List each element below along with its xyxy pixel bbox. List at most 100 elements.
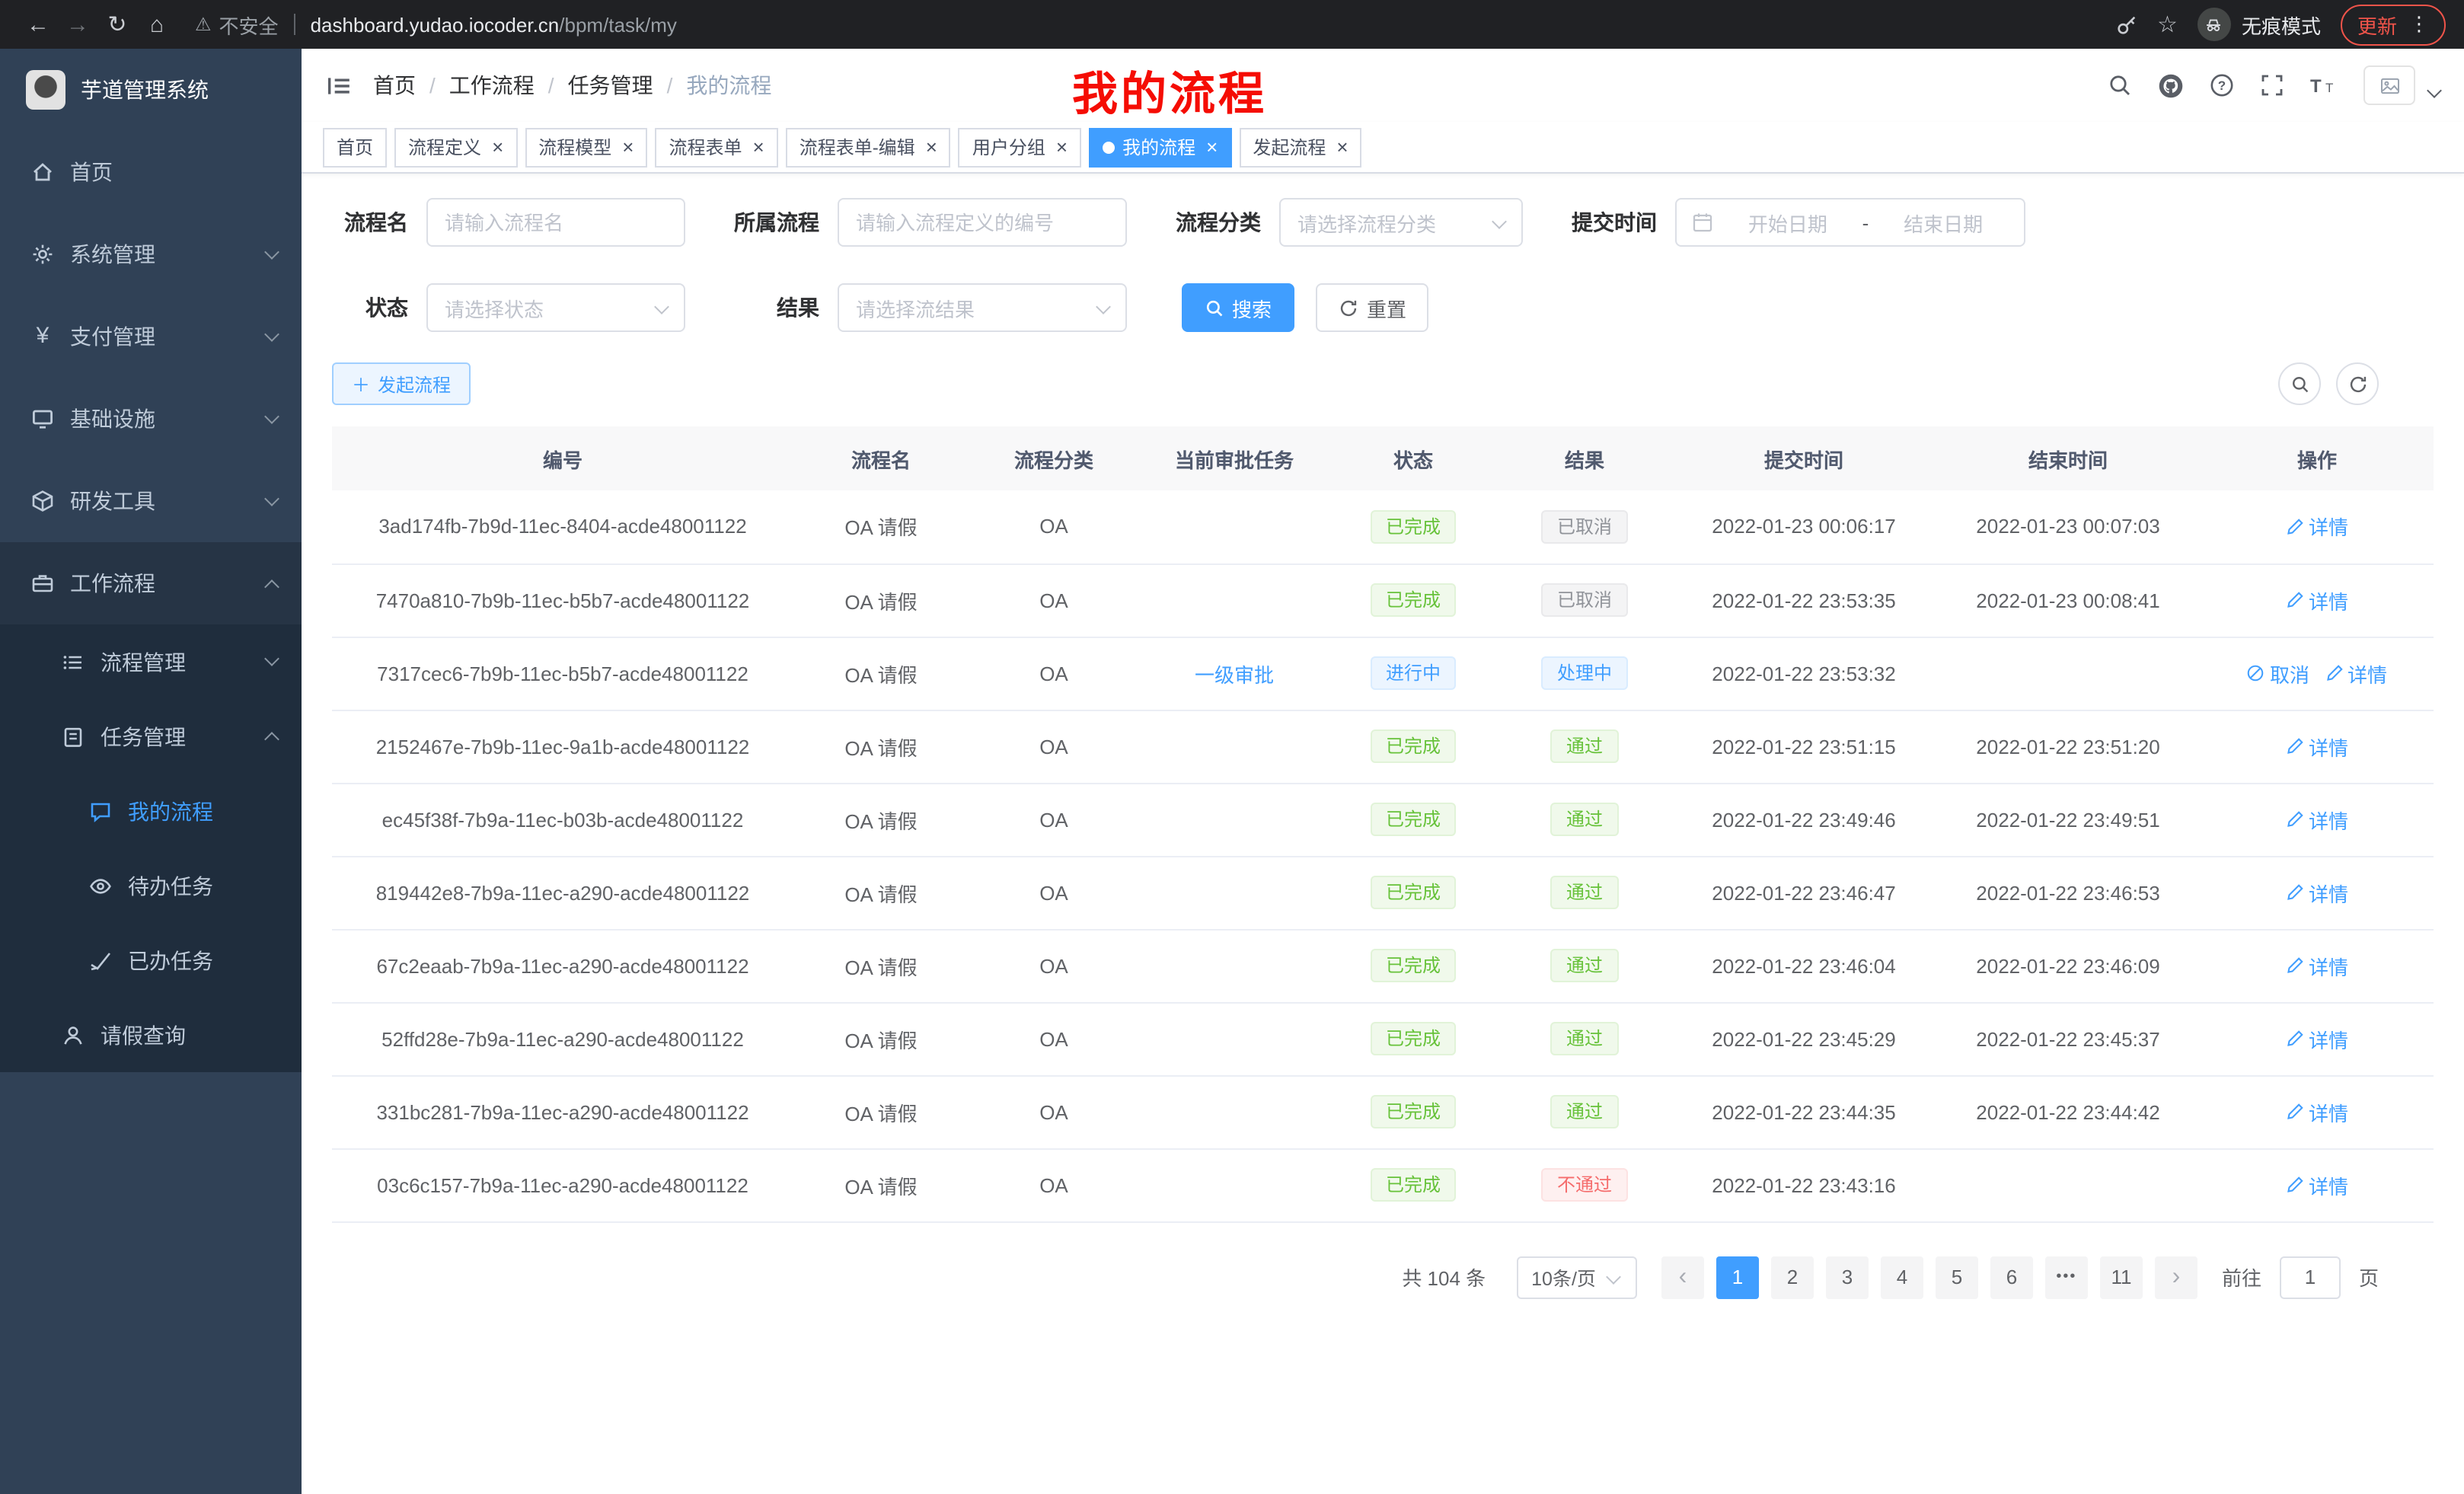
reload-icon[interactable]: ↻ — [97, 11, 137, 38]
detail-link[interactable]: 详情 — [2286, 805, 2348, 834]
back-icon[interactable]: ← — [18, 11, 58, 37]
monitor-icon — [30, 407, 55, 431]
detail-link[interactable]: 详情 — [2286, 878, 2348, 907]
user-icon — [61, 1023, 85, 1047]
help-icon[interactable]: ? — [2210, 73, 2234, 97]
reset-button[interactable]: 重置 — [1317, 283, 1429, 332]
submit-time: 2022-01-22 23:43:16 — [1712, 1173, 1895, 1196]
start-process-button[interactable]: ＋ 发起流程 — [332, 362, 471, 405]
page-button-6[interactable]: 6 — [1990, 1256, 2033, 1298]
process-name-input[interactable] — [426, 198, 685, 247]
tab-4[interactable]: 流程表单-编辑× — [786, 127, 951, 167]
page-button-3[interactable]: 3 — [1826, 1256, 1869, 1298]
page-button-2[interactable]: 2 — [1771, 1256, 1814, 1298]
tab-close-icon[interactable]: × — [926, 137, 937, 157]
sidebar-item-task-management[interactable]: 任务管理 — [0, 699, 302, 774]
status-badge: 已完成 — [1371, 729, 1456, 763]
cancel-link[interactable]: 取消 — [2247, 659, 2309, 688]
search-button-label: 搜索 — [1232, 293, 1272, 322]
logo[interactable]: 芋道管理系统 — [0, 49, 302, 131]
sidebar-item-leave-query[interactable]: 请假查询 — [0, 998, 302, 1072]
page-size-select[interactable]: 10条/页 — [1516, 1256, 1637, 1298]
breadcrumb-home[interactable]: 首页 — [373, 70, 416, 101]
avatar[interactable] — [2363, 65, 2415, 105]
tab-0[interactable]: 首页 — [323, 127, 387, 167]
page-button-11[interactable]: 11 — [2100, 1256, 2143, 1298]
detail-link[interactable]: 详情 — [2286, 1024, 2348, 1053]
tab-close-icon[interactable]: × — [1206, 137, 1218, 157]
parent-process-input[interactable] — [838, 198, 1127, 247]
tab-close-icon[interactable]: × — [622, 137, 634, 157]
tab-close-icon[interactable]: × — [1056, 137, 1068, 157]
page-button-1[interactable]: 1 — [1716, 1256, 1759, 1298]
github-icon[interactable] — [2158, 72, 2184, 98]
tab-close-icon[interactable]: × — [492, 137, 503, 157]
sidebar-item-done-tasks[interactable]: 已办任务 — [0, 923, 302, 998]
key-icon[interactable] — [2115, 13, 2137, 36]
tab-2[interactable]: 流程模型× — [525, 127, 647, 167]
refresh-button[interactable] — [2336, 362, 2379, 405]
tab-1[interactable]: 流程定义× — [394, 127, 517, 167]
process-name: OA 请假 — [844, 736, 917, 759]
current-task[interactable]: 一级审批 — [1195, 663, 1274, 686]
status-placeholder: 请选择状态 — [445, 293, 544, 322]
category-select[interactable]: 请选择流程分类 — [1279, 198, 1523, 247]
filter-submit-time: 提交时间 开始日期 - 结束日期 — [1556, 198, 2025, 247]
prev-page-button[interactable]: ‹ — [1661, 1256, 1704, 1298]
sidebar-item-system[interactable]: 系统管理 — [0, 213, 302, 295]
submit-time-range-picker[interactable]: 开始日期 - 结束日期 — [1675, 198, 2025, 247]
breadcrumb-workflow[interactable]: 工作流程 — [449, 70, 535, 101]
refresh-icon — [2348, 374, 2367, 394]
calendar-icon — [1692, 212, 1713, 233]
sidebar-item-todo-tasks[interactable]: 待办任务 — [0, 848, 302, 923]
chevron-down-icon — [1492, 214, 1507, 229]
forward-icon[interactable]: → — [58, 11, 97, 37]
page-ellipsis[interactable]: ••• — [2045, 1256, 2088, 1298]
status-badge: 已完成 — [1371, 803, 1456, 836]
sidebar-item-payment[interactable]: ¥ 支付管理 — [0, 295, 302, 378]
detail-link[interactable]: 详情 — [2286, 732, 2348, 761]
detail-link[interactable]: 详情 — [2286, 1097, 2348, 1126]
address-bar[interactable]: ⚠ 不安全 dashboard.yudao.iocoder.cn/bpm/tas… — [195, 10, 2115, 39]
end-time: 2022-01-22 23:44:42 — [1976, 1100, 2159, 1123]
hamburger-icon[interactable] — [326, 72, 352, 98]
update-button[interactable]: 更新 ⋮ — [2341, 4, 2446, 45]
detail-link[interactable]: 详情 — [2286, 1170, 2348, 1199]
search-button[interactable]: 搜索 — [1182, 283, 1294, 332]
filter-category: 流程分类 请选择流程分类 — [1160, 198, 1523, 247]
chrome-home-icon[interactable]: ⌂ — [137, 11, 177, 37]
chevron-down-icon — [264, 490, 279, 506]
bookmark-star-icon[interactable]: ☆ — [2157, 11, 2178, 38]
header-search-icon[interactable] — [2108, 73, 2132, 97]
tab-7[interactable]: 发起流程× — [1239, 127, 1361, 167]
status-select[interactable]: 请选择状态 — [426, 283, 685, 332]
tab-close-icon[interactable]: × — [1336, 137, 1348, 157]
sidebar-item-workflow[interactable]: 工作流程 — [0, 542, 302, 624]
tab-3[interactable]: 流程表单× — [655, 127, 777, 167]
result-select[interactable]: 请选择流结果 — [838, 283, 1127, 332]
sidebar-item-devtools[interactable]: 研发工具 — [0, 460, 302, 542]
tab-close-icon[interactable]: × — [753, 137, 764, 157]
detail-link[interactable]: 详情 — [2286, 586, 2348, 615]
detail-link[interactable]: 详情 — [2286, 512, 2348, 541]
status-label: 状态 — [332, 292, 426, 323]
tab-6[interactable]: 我的流程× — [1089, 127, 1231, 167]
font-size-icon[interactable]: TT — [2310, 73, 2338, 97]
toggle-search-button[interactable] — [2278, 362, 2321, 405]
tab-5[interactable]: 用户分组× — [959, 127, 1081, 167]
detail-link[interactable]: 详情 — [2286, 951, 2348, 980]
sidebar-item-my-process[interactable]: 我的流程 — [0, 774, 302, 848]
avatar-caret-icon[interactable] — [2427, 82, 2442, 97]
page-button-4[interactable]: 4 — [1881, 1256, 1923, 1298]
address-divider — [294, 14, 295, 35]
breadcrumb-task-management[interactable]: 任务管理 — [568, 70, 653, 101]
goto-page-input[interactable] — [2280, 1256, 2341, 1298]
sidebar-item-home[interactable]: 首页 — [0, 131, 302, 213]
next-page-button[interactable]: › — [2155, 1256, 2197, 1298]
fullscreen-icon[interactable] — [2260, 73, 2284, 97]
sidebar-item-infrastructure[interactable]: 基础设施 — [0, 378, 302, 460]
detail-link[interactable]: 详情 — [2325, 659, 2387, 688]
page-button-5[interactable]: 5 — [1936, 1256, 1978, 1298]
kebab-menu-icon[interactable]: ⋮ — [2409, 12, 2429, 37]
sidebar-item-process-management[interactable]: 流程管理 — [0, 624, 302, 699]
